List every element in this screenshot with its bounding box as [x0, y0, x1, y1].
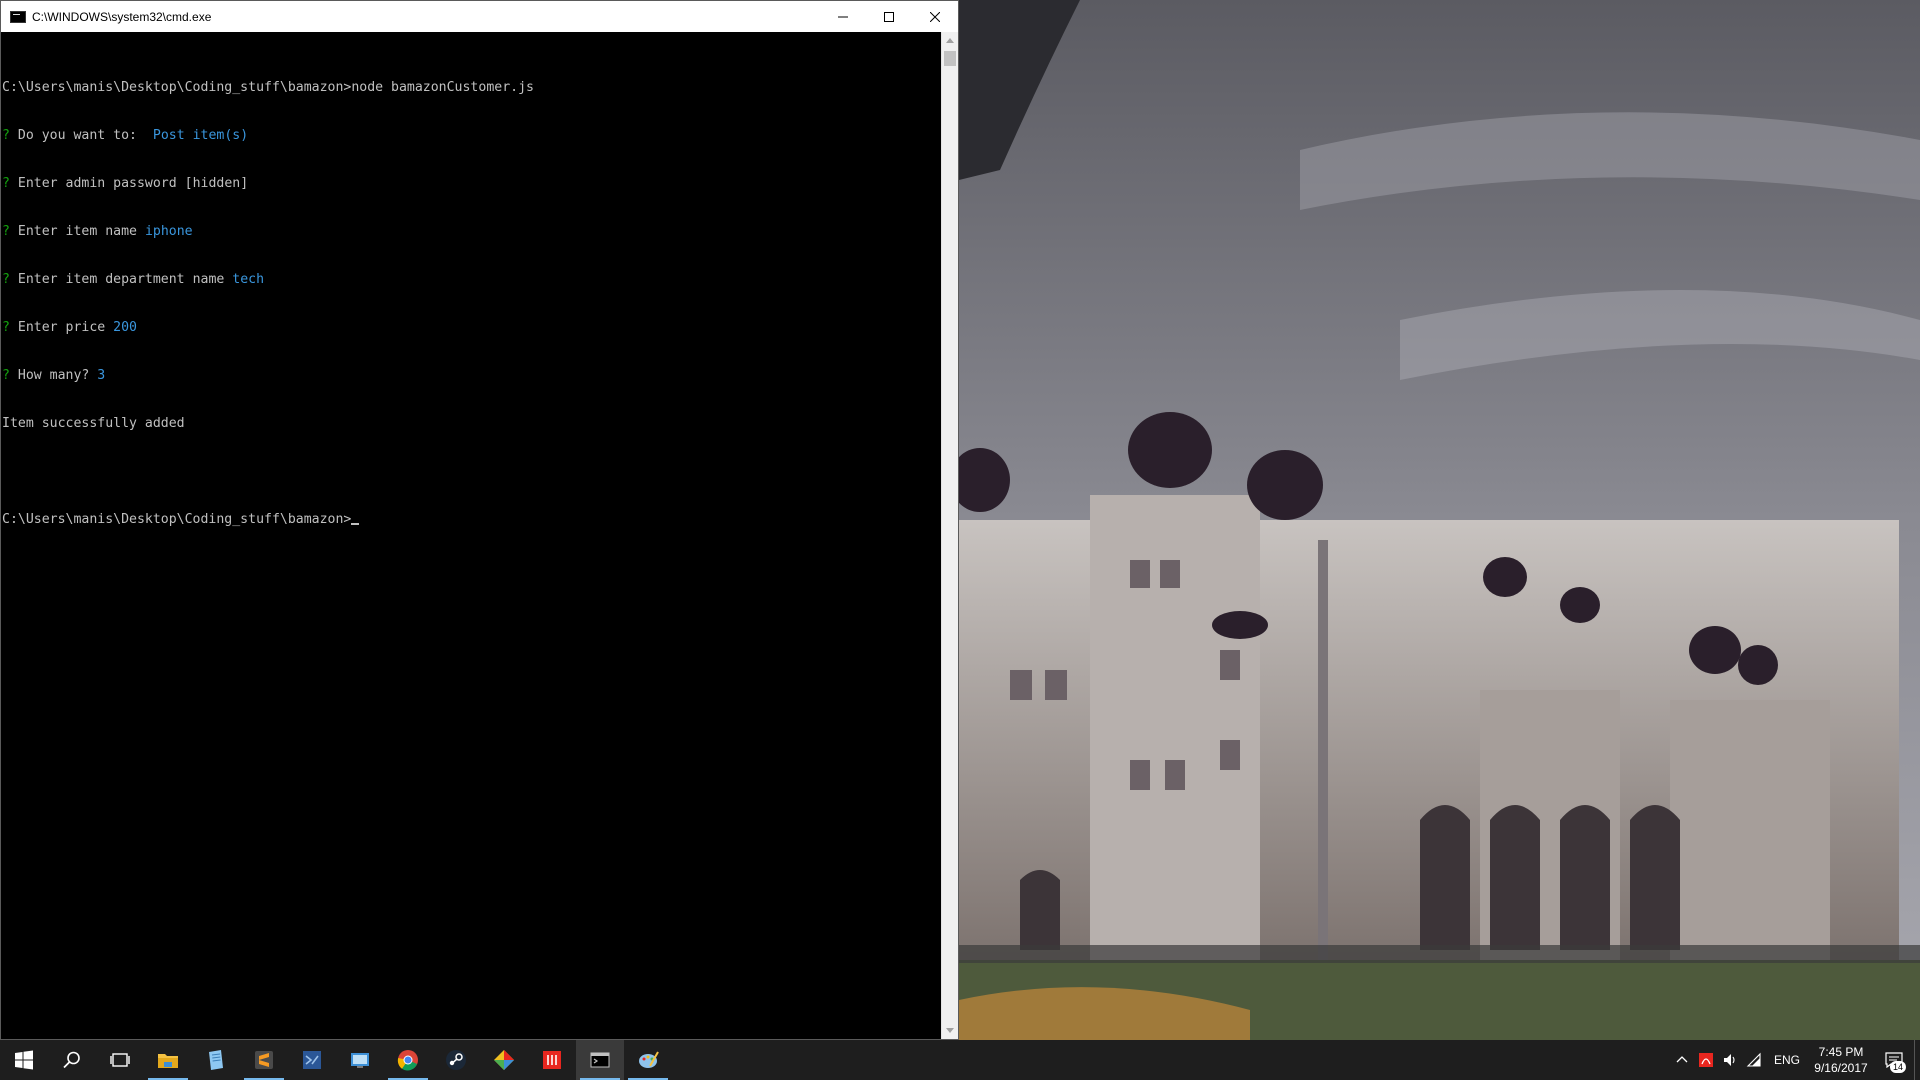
notification-count-badge: 14 [1889, 1061, 1906, 1073]
answer-text: iphone [144, 224, 193, 239]
question-marker: ? [2, 128, 10, 143]
close-button[interactable] [912, 1, 958, 32]
chrome-icon [397, 1050, 418, 1071]
show-desktop-button[interactable] [1914, 1040, 1920, 1080]
title-bar[interactable]: C:\WINDOWS\system32\cmd.exe [1, 1, 958, 32]
taskbar-notepad[interactable] [192, 1040, 240, 1080]
terminal-line: C:\Users\manis\Desktop\Coding_stuff\bama… [2, 512, 534, 528]
taskbar-adobe[interactable] [528, 1040, 576, 1080]
chevron-up-icon [1676, 1056, 1688, 1063]
windows-logo-icon [15, 1050, 33, 1070]
taskbar-file-explorer[interactable] [144, 1040, 192, 1080]
terminal-line: ? Enter item department name tech [2, 272, 534, 288]
taskbar-steam[interactable] [432, 1040, 480, 1080]
question-marker: ? [2, 320, 10, 335]
sublime-text-icon [255, 1051, 273, 1069]
question-marker: ? [2, 176, 10, 191]
answer-text: 200 [113, 320, 137, 335]
clock-time: 7:45 PM [1818, 1045, 1864, 1059]
search-icon [63, 1051, 80, 1069]
adobe-icon [543, 1051, 561, 1069]
visual-studio-icon [303, 1051, 321, 1069]
close-icon [930, 11, 940, 22]
notepad-icon [209, 1050, 223, 1070]
clock-date: 9/16/2017 [1814, 1061, 1868, 1075]
answer-text: 3 [97, 368, 106, 383]
question-marker: ? [2, 368, 10, 383]
start-button[interactable] [0, 1040, 48, 1080]
maximize-icon [884, 11, 894, 22]
answer-text: Post item(s) [144, 128, 249, 143]
clock[interactable]: 7:45 PM 9/16/2017 [1808, 1044, 1874, 1076]
steam-icon [446, 1050, 466, 1070]
git-icon [494, 1050, 514, 1070]
answer-text: [hidden] [184, 176, 249, 191]
terminal-line: ? Enter price 200 [2, 320, 534, 336]
terminal-line: ? Enter admin password [hidden] [2, 176, 534, 192]
cmd-window[interactable]: C:\WINDOWS\system32\cmd.exe C:\Users\man… [0, 0, 959, 1040]
terminal-text: C:\Users\manis\Desktop\Coding_stuff\bama… [2, 48, 534, 560]
file-explorer-icon [158, 1054, 178, 1068]
terminal-line: Item successfully added [2, 416, 534, 432]
command-prompt: C:\Users\manis\Desktop\Coding_stuff\bama… [2, 512, 352, 527]
taskbar-chrome[interactable] [384, 1040, 432, 1080]
terminal-line: C:\Users\manis\Desktop\Coding_stuff\bama… [2, 80, 534, 96]
question-text: Enter admin password [9, 176, 185, 191]
question-text: Enter price [9, 320, 114, 335]
chevron-down-icon [946, 1028, 954, 1033]
scroll-thumb[interactable] [944, 51, 956, 66]
action-center-button[interactable]: 14 [1874, 1040, 1914, 1080]
question-marker: ? [2, 272, 10, 287]
paint-icon [639, 1051, 659, 1068]
console-output-area[interactable]: C:\Users\manis\Desktop\Coding_stuff\bama… [1, 32, 940, 1039]
cmd-window-icon[interactable] [10, 10, 26, 23]
search-button[interactable] [48, 1040, 96, 1080]
chevron-up-icon [946, 38, 954, 43]
question-text: How many? [9, 368, 98, 383]
vertical-scrollbar[interactable] [941, 32, 958, 1039]
terminal-line: ? How many? 3 [2, 368, 534, 384]
maximize-button[interactable] [866, 1, 912, 32]
wifi-icon [1746, 1052, 1761, 1067]
taskbar-visual-studio[interactable] [288, 1040, 336, 1080]
question-text: Enter item name [9, 224, 145, 239]
taskbar-control-panel[interactable] [336, 1040, 384, 1080]
terminal-line: ? Do you want to: Post item(s) [2, 128, 534, 144]
minimize-button[interactable] [820, 1, 866, 32]
cmd-icon [590, 1052, 610, 1068]
taskbar: ENG 7:45 PM 9/16/2017 14 [0, 1040, 1920, 1080]
speaker-icon [1723, 1054, 1735, 1066]
window-title: C:\WINDOWS\system32\cmd.exe [32, 9, 212, 24]
adobe-tray-icon [1698, 1053, 1713, 1067]
question-text: Enter item department name [9, 272, 233, 287]
question-text: Do you want to: [9, 128, 145, 143]
language-indicator[interactable]: ENG [1774, 1053, 1800, 1067]
scroll-down-button[interactable] [942, 1022, 958, 1039]
taskbar-paint[interactable] [624, 1040, 672, 1080]
typed-command: node bamazonCustomer.js [351, 80, 534, 95]
command-prompt: C:\Users\manis\Desktop\Coding_stuff\bama… [2, 80, 352, 95]
task-view-icon [110, 1053, 130, 1067]
minimize-icon [838, 16, 848, 17]
tray-adobe-button[interactable] [1694, 1040, 1718, 1080]
show-hidden-icons-button[interactable] [1670, 1040, 1694, 1080]
answer-text: tech [232, 272, 265, 287]
taskbar-cmd[interactable] [576, 1040, 624, 1080]
volume-button[interactable] [1718, 1040, 1742, 1080]
terminal-line: ? Enter item name iphone [2, 224, 534, 240]
control-panel-icon [351, 1053, 369, 1068]
taskbar-sublime-text[interactable] [240, 1040, 288, 1080]
task-view-button[interactable] [96, 1040, 144, 1080]
status-message: Item successfully added [2, 416, 185, 431]
question-marker: ? [2, 224, 10, 239]
network-button[interactable] [1742, 1040, 1766, 1080]
system-tray: ENG 7:45 PM 9/16/2017 14 [1670, 1040, 1920, 1080]
scroll-up-button[interactable] [942, 32, 958, 49]
taskbar-git[interactable] [480, 1040, 528, 1080]
text-cursor [351, 523, 360, 525]
